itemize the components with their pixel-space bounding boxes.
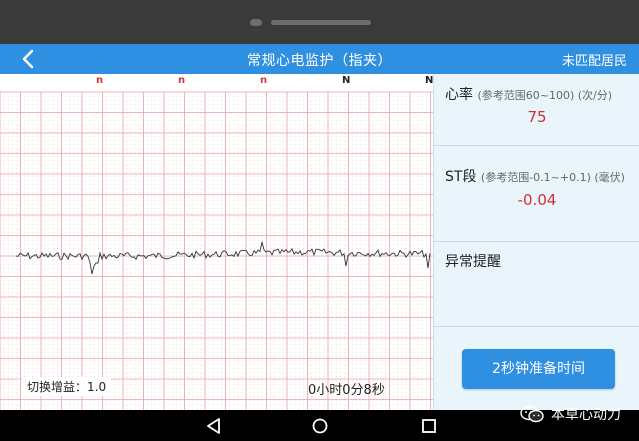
camera-dot [250, 19, 262, 26]
elapsed-time: 0小时0分8秒 [308, 383, 385, 398]
heart-rate-value: 75 [527, 108, 547, 126]
device-screen: 常规心电监护（指夹） 未匹配居民 n n n N N 切换增益：1.0 0小时0… [0, 0, 639, 441]
home-circle-icon[interactable] [310, 416, 330, 436]
beat-label: N [425, 75, 433, 86]
st-segment-label-row: ST段 (参考范围-0.1~+0.1) (毫伏) [445, 166, 639, 186]
st-segment-label: ST段 [445, 169, 477, 185]
gain-switch-button[interactable]: 切换增益：1.0 [22, 377, 112, 396]
heart-rate-hint: (参考范围60~100) (次/分) [477, 89, 613, 102]
st-segment-hint: (参考范围-0.1~+0.1) (毫伏) [480, 171, 625, 184]
watermark: 本草心动力 [519, 404, 621, 424]
app-header: 常规心电监护（指夹） 未匹配居民 [0, 44, 639, 74]
st-segment-value: -0.04 [517, 191, 557, 209]
alert-title: 异常提醒 [445, 254, 501, 270]
heart-rate-label-row: 心率 (参考范围60~100) (次/分) [445, 84, 639, 104]
unmatched-resident-link[interactable]: 未匹配居民 [562, 50, 627, 69]
divider [434, 145, 639, 146]
divider [434, 241, 639, 242]
page-title: 常规心电监护（指夹） [247, 53, 392, 69]
prepare-time-button[interactable]: 2秒钟准备时间 [462, 349, 615, 389]
heart-rate-label: 心率 [445, 87, 473, 103]
watermark-text: 本草心动力 [551, 407, 621, 423]
wechat-logo-icon [520, 405, 544, 423]
beat-label: n [260, 75, 268, 86]
status-bar [0, 0, 639, 44]
beat-label: n [178, 75, 186, 86]
ecg-monitor: n n n N N 切换增益：1.0 0小时0分8秒 [0, 74, 433, 410]
recents-square-icon[interactable] [419, 416, 439, 436]
beat-label: N [342, 75, 351, 86]
back-triangle-icon[interactable] [204, 416, 224, 436]
speaker-slot [271, 20, 371, 25]
beat-label-row: n n n N N [0, 74, 433, 92]
beat-label: n [96, 75, 104, 86]
divider [434, 326, 639, 327]
ecg-grid [0, 74, 433, 410]
info-panel: 心率 (参考范围60~100) (次/分) 75 ST段 (参考范围-0.1~+… [433, 74, 639, 410]
